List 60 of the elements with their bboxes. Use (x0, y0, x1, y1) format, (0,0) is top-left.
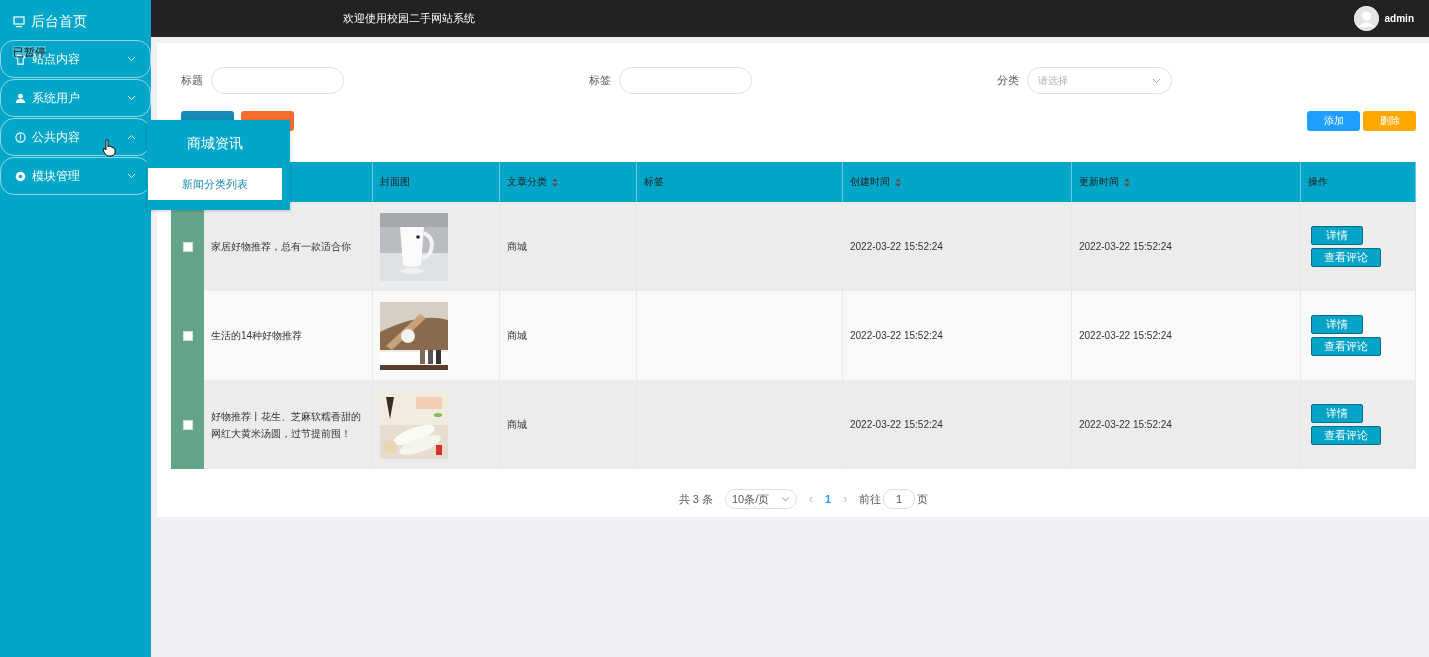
column-header[interactable]: 创建时间 (850, 175, 890, 189)
table-cell: 2022-03-22 15:52:24 (1072, 202, 1301, 291)
column-header: 封面图 (380, 175, 410, 189)
delete-button[interactable]: 删除 (1363, 111, 1416, 131)
table-cell: 2022-03-22 15:52:24 (1072, 380, 1301, 469)
table-cell: 2022-03-22 15:52:24 (843, 380, 1072, 469)
sort-icon (895, 177, 901, 187)
table-cell: 2022-03-22 15:52:24 (843, 202, 1072, 291)
add-button[interactable]: 添加 (1307, 111, 1360, 131)
table-cell: 2022-03-22 15:52:24 (843, 291, 1072, 380)
table-cell: 2022-03-22 15:52:24 (1072, 291, 1301, 380)
row-checkbox[interactable] (182, 330, 193, 341)
chevron-down-icon (781, 496, 791, 502)
gear-icon (15, 170, 26, 182)
table-cell: 商城 (500, 202, 637, 291)
table-cell: 家居好物推荐，总有一款适合你 (204, 202, 373, 291)
caret-icon (127, 56, 136, 62)
submenu-title: 商城资讯 (186, 135, 243, 153)
comments-button[interactable]: 查看评论 (1311, 248, 1381, 267)
submenu-item[interactable]: 新闻分类列表 (148, 168, 282, 200)
details-button[interactable]: 详情 (1311, 404, 1363, 423)
goto-suffix: 页 (917, 491, 929, 507)
field-label: 分类 (997, 73, 1019, 88)
sort-icon (552, 177, 558, 187)
field-label: 标签 (589, 73, 611, 88)
home-menu-item[interactable]: 后台首页 (0, 4, 151, 40)
sidebar-item[interactable]: 系统用户 (0, 79, 151, 117)
table-cell: 商城 (500, 291, 637, 380)
table-cell: 好物推荐丨花生、芝麻软糯香甜的网红大黄米汤圆，过节提前囤！ (204, 380, 373, 469)
info-icon (15, 131, 26, 143)
details-button[interactable]: 详情 (1311, 226, 1363, 245)
chevron-down-icon (1152, 77, 1161, 84)
username[interactable]: admin (1384, 13, 1414, 24)
details-button[interactable]: 详情 (1311, 315, 1363, 334)
table-cell: 商城 (500, 380, 637, 469)
page-input[interactable]: 1 (883, 489, 916, 509)
hand-cursor-icon (102, 139, 116, 157)
comments-button[interactable]: 查看评论 (1311, 337, 1381, 356)
prev-page-button[interactable]: ‹ (809, 492, 814, 506)
sort-icon (1124, 177, 1130, 187)
caret-icon (127, 95, 136, 101)
comments-button[interactable]: 查看评论 (1311, 426, 1381, 445)
page-number[interactable]: 1 (825, 493, 832, 505)
user-icon (15, 92, 26, 104)
table-cell: 生活的14种好物推荐 (204, 291, 373, 380)
header-title: 欢迎使用校园二手网站系统 (343, 11, 476, 26)
column-header[interactable]: 更新时间 (1079, 175, 1119, 189)
column-header[interactable]: 文章分类 (507, 175, 547, 189)
column-header: 标签 (644, 175, 664, 189)
monitor-icon (13, 16, 25, 28)
total-count: 共 3 条 (678, 491, 714, 507)
column-header: 操作 (1308, 175, 1328, 189)
avatar-icon (1353, 6, 1379, 31)
field-label: 标题 (181, 73, 203, 88)
next-page-button[interactable]: › (843, 492, 848, 506)
row-checkbox[interactable] (182, 419, 193, 430)
caret-icon (127, 134, 136, 140)
caret-icon (127, 173, 136, 179)
row-checkbox[interactable] (182, 241, 193, 252)
goto-label: 前往 (859, 491, 882, 507)
